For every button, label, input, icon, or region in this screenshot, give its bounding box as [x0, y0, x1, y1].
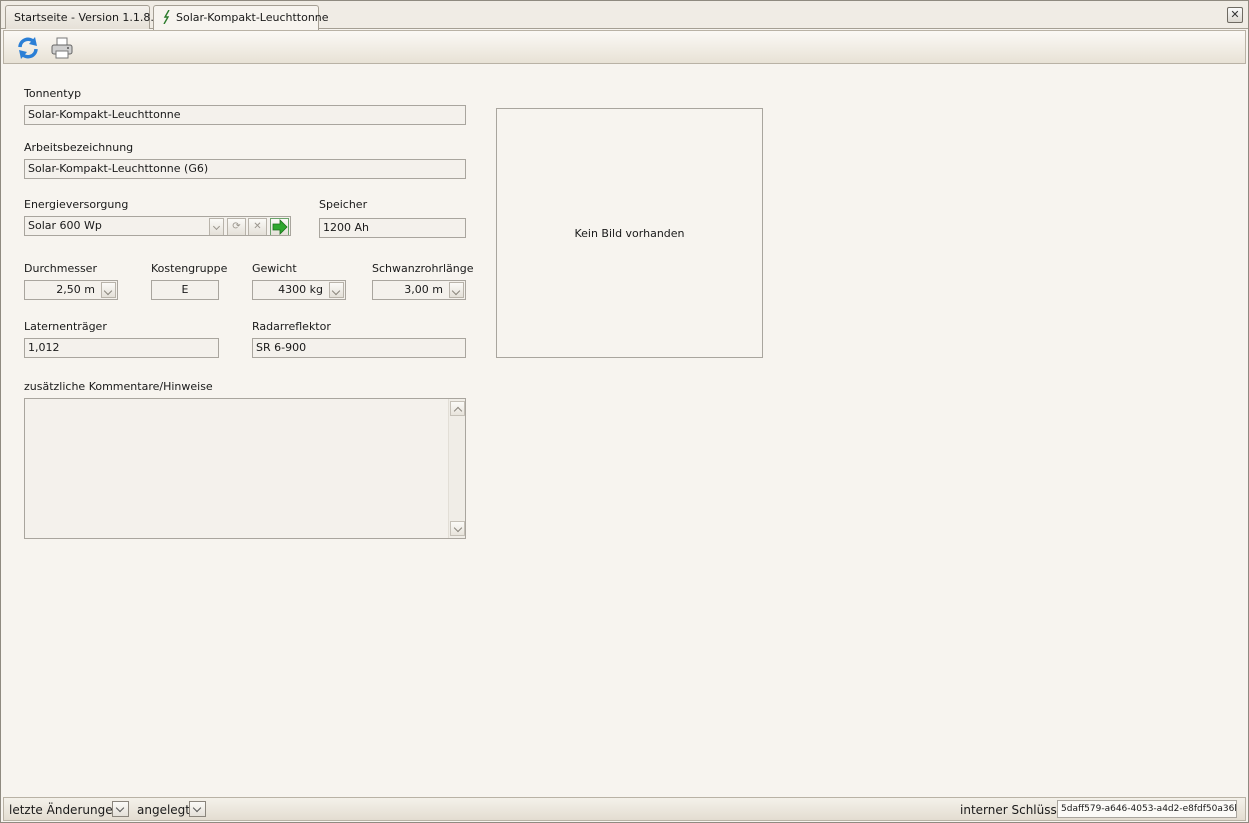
- arbeitsbezeichnung-field[interactable]: Solar-Kompakt-Leuchttonne (G6): [24, 159, 466, 179]
- energieversorgung-refresh-button[interactable]: ⟳: [227, 218, 246, 235]
- chevron-down-icon: [212, 222, 221, 231]
- kommentare-scrollbar[interactable]: [448, 399, 465, 538]
- close-icon: ✕: [1230, 8, 1240, 21]
- laternentraeger-label: Laternenträger: [24, 320, 107, 333]
- arrow-right-icon: [272, 219, 288, 235]
- schwanzrohrlaenge-value: 3,00 m: [404, 283, 443, 296]
- schwanzrohrlaenge-label: Schwanzrohrlänge: [372, 262, 474, 275]
- toolbar: [3, 30, 1246, 64]
- gewicht-value: 4300 kg: [278, 283, 323, 296]
- energieversorgung-select[interactable]: Solar 600 Wp ⟳ ✕: [24, 216, 291, 236]
- speicher-field[interactable]: 1200 Ah: [319, 218, 466, 238]
- gewicht-label: Gewicht: [252, 262, 297, 275]
- gewicht-select[interactable]: 4300 kg: [252, 280, 346, 300]
- tab-startseite[interactable]: Startseite - Version 1.1.8.0: [5, 5, 161, 29]
- kommentare-textarea[interactable]: [24, 398, 466, 539]
- energieversorgung-clear-button[interactable]: ✕: [248, 218, 267, 235]
- chevron-down-icon[interactable]: [329, 282, 344, 298]
- schwanzrohrlaenge-select[interactable]: 3,00 m: [372, 280, 466, 300]
- lightning-icon: [162, 9, 172, 25]
- energieversorgung-dropdown-button[interactable]: [209, 218, 224, 235]
- angelegt-label: angelegt: [137, 803, 190, 817]
- durchmesser-label: Durchmesser: [24, 262, 97, 275]
- refresh-icon: [18, 37, 38, 59]
- letzte-aenderungen-label: letzte Änderungen: [9, 803, 121, 817]
- letzte-aenderungen-dropdown[interactable]: [112, 801, 129, 817]
- tab-strip: Startseite - Version 1.1.8.0 Solar-Kompa…: [1, 1, 1248, 30]
- close-tab-button[interactable]: ✕: [1227, 7, 1243, 23]
- scroll-down-icon[interactable]: [450, 521, 465, 536]
- tab-solar-kompakt-leuchttonne[interactable]: Solar-Kompakt-Leuchttonne: [153, 5, 329, 30]
- durchmesser-select[interactable]: 2,50 m: [24, 280, 118, 300]
- kostengruppe-field[interactable]: E: [151, 280, 219, 300]
- scroll-up-icon[interactable]: [450, 401, 465, 416]
- tonnentyp-field[interactable]: Solar-Kompakt-Leuchttonne: [24, 105, 466, 125]
- tab-label: Startseite - Version 1.1.8.0: [14, 11, 161, 24]
- image-preview: Kein Bild vorhanden: [496, 108, 763, 358]
- radarreflektor-label: Radarreflektor: [252, 320, 331, 333]
- chevron-down-icon[interactable]: [449, 282, 464, 298]
- refresh-icon: ⟳: [232, 221, 241, 232]
- kostengruppe-label: Kostengruppe: [151, 262, 228, 275]
- application-window: Startseite - Version 1.1.8.0 Solar-Kompa…: [0, 0, 1249, 823]
- energieversorgung-label: Energieversorgung: [24, 198, 129, 211]
- speicher-label: Speicher: [319, 198, 368, 211]
- energieversorgung-go-button[interactable]: [270, 218, 289, 235]
- angelegt-dropdown[interactable]: [189, 801, 206, 817]
- laternentraeger-field[interactable]: 1,012: [24, 338, 219, 358]
- radarreflektor-field[interactable]: SR 6-900: [252, 338, 466, 358]
- tonnentyp-label: Tonnentyp: [24, 87, 82, 100]
- refresh-button[interactable]: [15, 35, 41, 61]
- print-button[interactable]: [49, 35, 75, 61]
- printer-icon: [51, 37, 73, 59]
- image-placeholder-text: Kein Bild vorhanden: [574, 227, 685, 240]
- interner-schluessel-field[interactable]: 5daff579-a646-4053-a4d2-e8fdf50a36b9: [1057, 800, 1237, 818]
- tab-label: Solar-Kompakt-Leuchttonne: [176, 11, 329, 24]
- kommentare-label: zusätzliche Kommentare/Hinweise: [24, 380, 213, 393]
- interner-schluessel-label: interner Schlüssel: [960, 803, 1068, 817]
- status-bar: letzte Änderungen angelegt interner Schl…: [3, 797, 1246, 821]
- chevron-down-icon[interactable]: [101, 282, 116, 298]
- close-icon: ✕: [253, 221, 262, 232]
- arbeitsbezeichnung-label: Arbeitsbezeichnung: [24, 141, 134, 154]
- durchmesser-value: 2,50 m: [56, 283, 95, 296]
- energieversorgung-value: Solar 600 Wp: [28, 219, 102, 232]
